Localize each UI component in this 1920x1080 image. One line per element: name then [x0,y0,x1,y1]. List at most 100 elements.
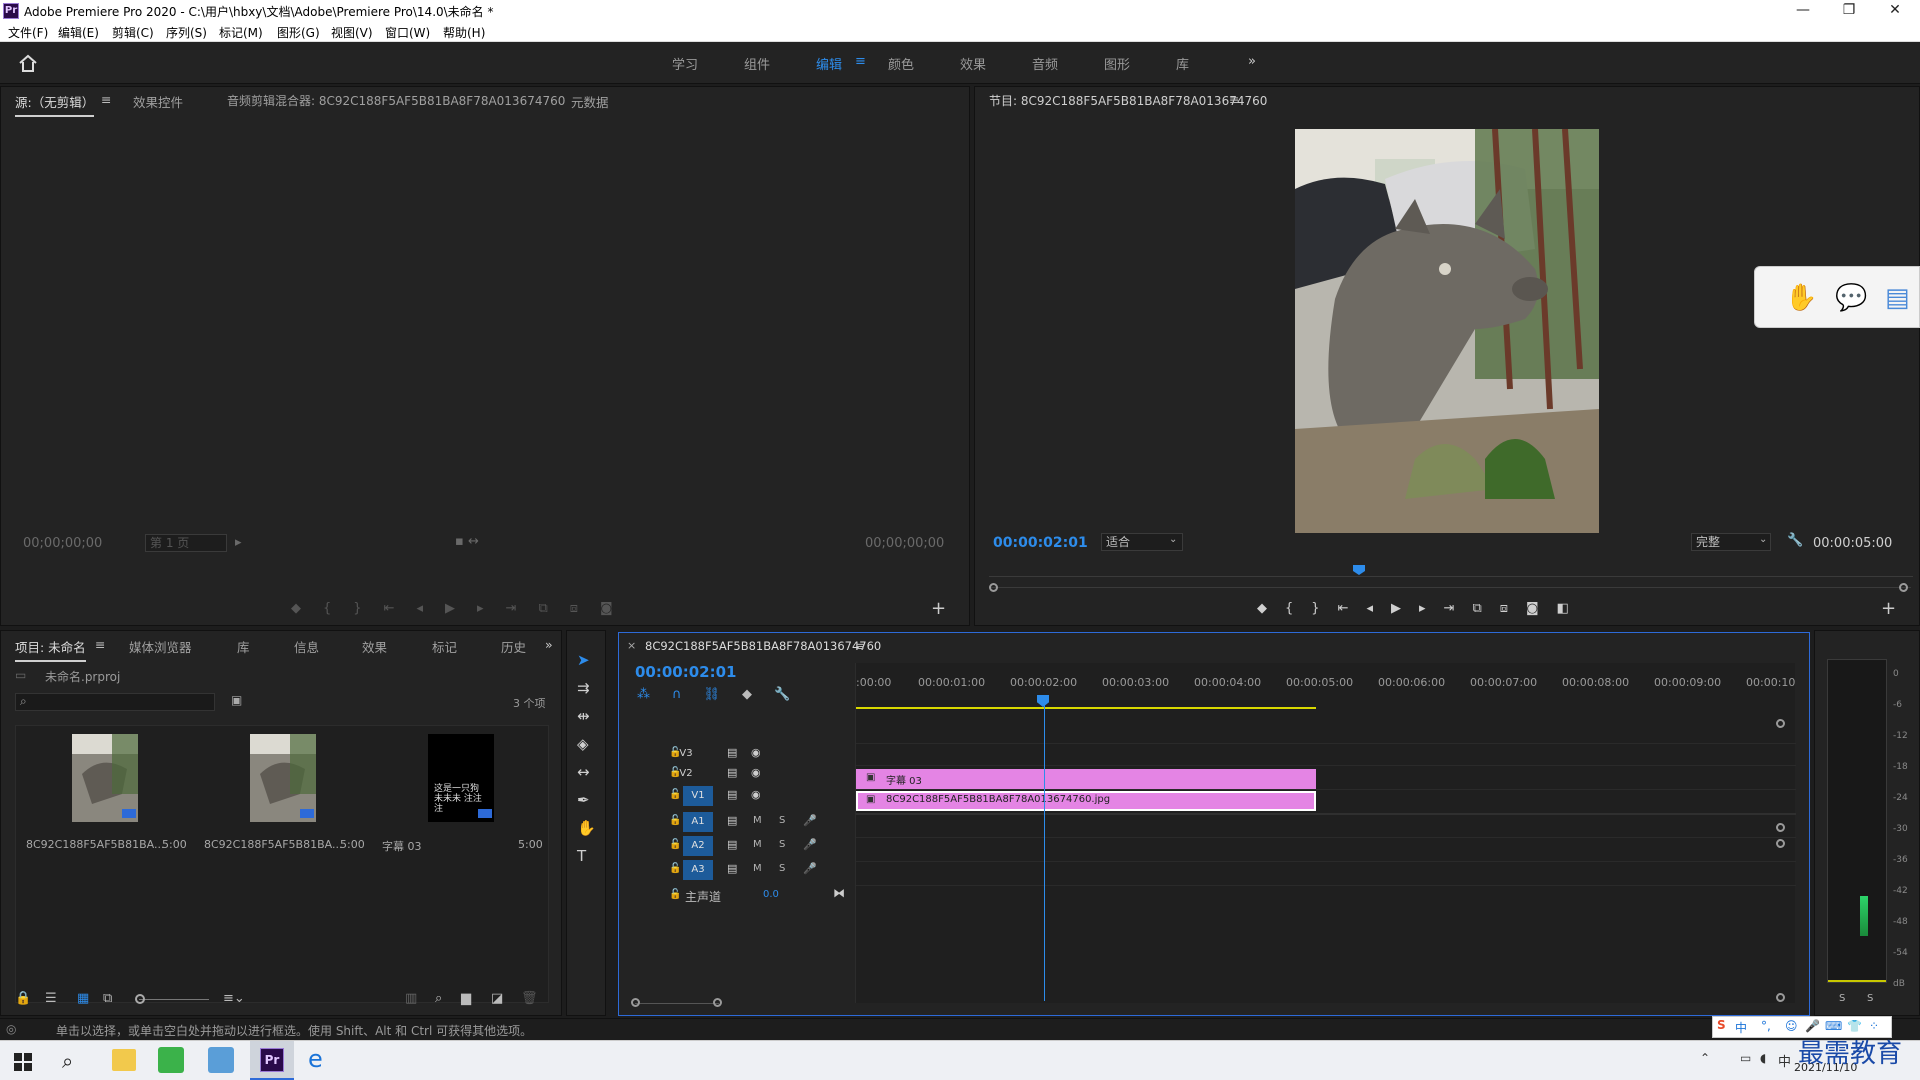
solo-button[interactable]: S [779,815,785,826]
ripple-edit-tool-icon[interactable]: ⇹ [577,707,596,725]
master-volume-value[interactable]: 0.0 [763,889,779,900]
linked-selection-icon[interactable]: ⛓ [704,687,721,703]
source-insert-icon[interactable]: ⧉ [538,601,547,621]
project-search-input[interactable]: ⌕ [15,693,215,711]
windows-start-icon[interactable] [14,1053,32,1071]
source-mark-out-icon[interactable]: } [353,601,361,621]
zoom-handle-left[interactable] [989,583,998,592]
project-more-icon[interactable]: » [545,637,553,652]
workspace-learn[interactable]: 学习 [672,54,698,73]
ime-skin-icon[interactable]: 👕 [1847,1019,1862,1033]
comparison-view-icon[interactable]: ◧ [1557,601,1569,621]
thumbnail-zoom-handle[interactable] [135,994,145,1004]
track-label-v1[interactable]: V1 [683,786,713,806]
source-goto-in-icon[interactable]: ⇤ [384,601,395,621]
program-menu-icon[interactable]: ≡ [1229,92,1239,107]
source-mark-in-icon[interactable]: { [323,601,331,621]
lift-icon[interactable]: ⧉ [1472,601,1481,621]
tray-ime[interactable]: 中 [1778,1051,1791,1070]
program-timecode[interactable]: 00:00:02:01 [993,535,1088,551]
sync-lock-icon[interactable]: ▤ [727,862,737,875]
menu-markers[interactable]: 标记(M) [219,24,263,41]
source-overwrite-icon[interactable]: ⧈ [570,601,578,621]
zoom-handle-right[interactable] [1899,583,1908,592]
tray-show-hidden-icon[interactable]: ⌃ [1700,1051,1710,1065]
menu-edit[interactable]: 编辑(E) [58,24,99,41]
tab-source[interactable]: 源:（无剪辑） [15,92,95,117]
extract-icon[interactable]: ⧈ [1500,601,1508,621]
workspace-more-icon[interactable]: » [1248,54,1256,69]
source-marker-icon[interactable]: ◆ [291,601,301,621]
minimize-button[interactable]: — [1780,0,1826,22]
timeline-settings-wrench-icon[interactable]: 🔧 [774,687,790,703]
program-title[interactable]: 节目: 8C92C188F5AF5B81BA8F78A013674760 [989,92,1267,109]
sync-lock-icon[interactable]: ▤ [727,766,737,779]
program-step-forward-icon[interactable]: ▸ [1419,601,1426,621]
ime-mic-icon[interactable]: 🎤 [1805,1019,1820,1033]
freeform-view-icon[interactable]: ⧉ [103,991,112,1006]
track-label-a2[interactable]: A2 [683,836,713,856]
icon-view-icon[interactable]: ▦ [77,991,89,1006]
sync-lock-icon[interactable]: ▤ [727,838,737,851]
export-frame-camera-icon[interactable]: ◙ [1526,601,1539,621]
menu-view[interactable]: 视图(V) [331,24,373,41]
project-menu-icon[interactable]: ≡ [95,637,105,652]
menu-clip[interactable]: 剪辑(C) [112,24,154,41]
lock-icon[interactable]: 🔒 [15,991,31,1006]
meter-solo-left[interactable]: S [1839,993,1845,1004]
hand-tool-icon[interactable]: ✋ [577,819,596,837]
project-thumbnail-2[interactable] [250,734,316,822]
file-explorer-icon[interactable] [112,1049,136,1071]
voiceover-mic-icon[interactable]: 🎤 [803,814,817,827]
document-icon[interactable]: ▤ [1885,283,1910,313]
workspace-audio[interactable]: 音频 [1032,54,1058,73]
track-label-v3[interactable]: V3 [671,744,701,764]
nest-toggle-icon[interactable]: ⁂ [637,687,650,703]
track-lock-icon[interactable]: 🔓 [669,815,681,826]
hand-icon[interactable]: ✋ [1785,283,1817,313]
project-thumbnail-1[interactable] [72,734,138,822]
meter-solo-right[interactable]: S [1867,993,1873,1004]
tray-network-icon[interactable]: ▭ [1740,1051,1751,1065]
new-item-icon[interactable]: ◪ [491,991,503,1006]
ime-punctuation-icon[interactable]: °, [1761,1019,1771,1033]
mute-button[interactable]: M [753,863,762,874]
ime-keyboard-icon[interactable]: ⌨ [1825,1019,1842,1033]
ime-tools-icon[interactable]: ⁘ [1869,1019,1879,1033]
voiceover-mic-icon[interactable]: 🎤 [803,838,817,851]
program-zoom-bar[interactable] [991,587,1911,588]
mute-button[interactable]: M [753,815,762,826]
track-lock-icon[interactable]: 🔓 [669,839,681,850]
tab-audio-clip-mixer[interactable]: 音频剪辑混合器: 8C92C188F5AF5B81BA8F78A01367476… [227,92,565,109]
find-icon[interactable]: ⌕ [435,991,442,1006]
tab-effect-controls[interactable]: 效果控件 [133,92,183,111]
ime-chinese-mode[interactable]: 中 [1735,1019,1747,1036]
timeline-timecode[interactable]: 00:00:02:01 [635,663,737,681]
pen-tool-icon[interactable]: ✒ [577,791,596,809]
track-label-a3[interactable]: A3 [683,860,713,880]
menu-window[interactable]: 窗口(W) [385,24,430,41]
menu-sequence[interactable]: 序列(S) [166,24,207,41]
source-step-forward-icon[interactable]: ▸ [477,601,484,621]
sync-lock-icon[interactable]: ▤ [727,788,737,801]
program-time-ruler[interactable] [989,565,1913,577]
program-goto-in-icon[interactable]: ⇤ [1338,601,1349,621]
app-green-icon[interactable] [158,1047,184,1073]
track-eye-icon[interactable]: ◉ [751,788,761,801]
slip-tool-icon[interactable]: ↔ [577,763,596,781]
clip-v1[interactable]: ▣ 8C92C188F5AF5B81BA8F78A013674760.jpg [856,791,1316,811]
home-icon[interactable] [18,54,38,72]
timeline-menu-icon[interactable]: ≡ [855,639,865,653]
clip-v2[interactable]: ▣ 字幕 03 [856,769,1316,789]
track-lock-icon[interactable]: 🔓 [669,789,681,800]
source-page-select[interactable]: 第 1 页 [145,534,227,552]
premiere-taskbar-button[interactable]: Pr [250,1041,294,1080]
source-play-icon[interactable]: ▶ [445,601,455,621]
vertical-scroll-handle-mid[interactable] [1776,823,1785,832]
restore-button[interactable]: ❐ [1826,0,1872,22]
ime-emoji-icon[interactable]: ☺ [1785,1019,1798,1033]
source-play-mini-icon[interactable]: ▸ [235,535,242,550]
wrench-icon[interactable]: 🔧 [1787,533,1803,548]
menu-graphics[interactable]: 图形(G) [277,24,320,41]
tab-markers[interactable]: 标记 [432,637,457,656]
